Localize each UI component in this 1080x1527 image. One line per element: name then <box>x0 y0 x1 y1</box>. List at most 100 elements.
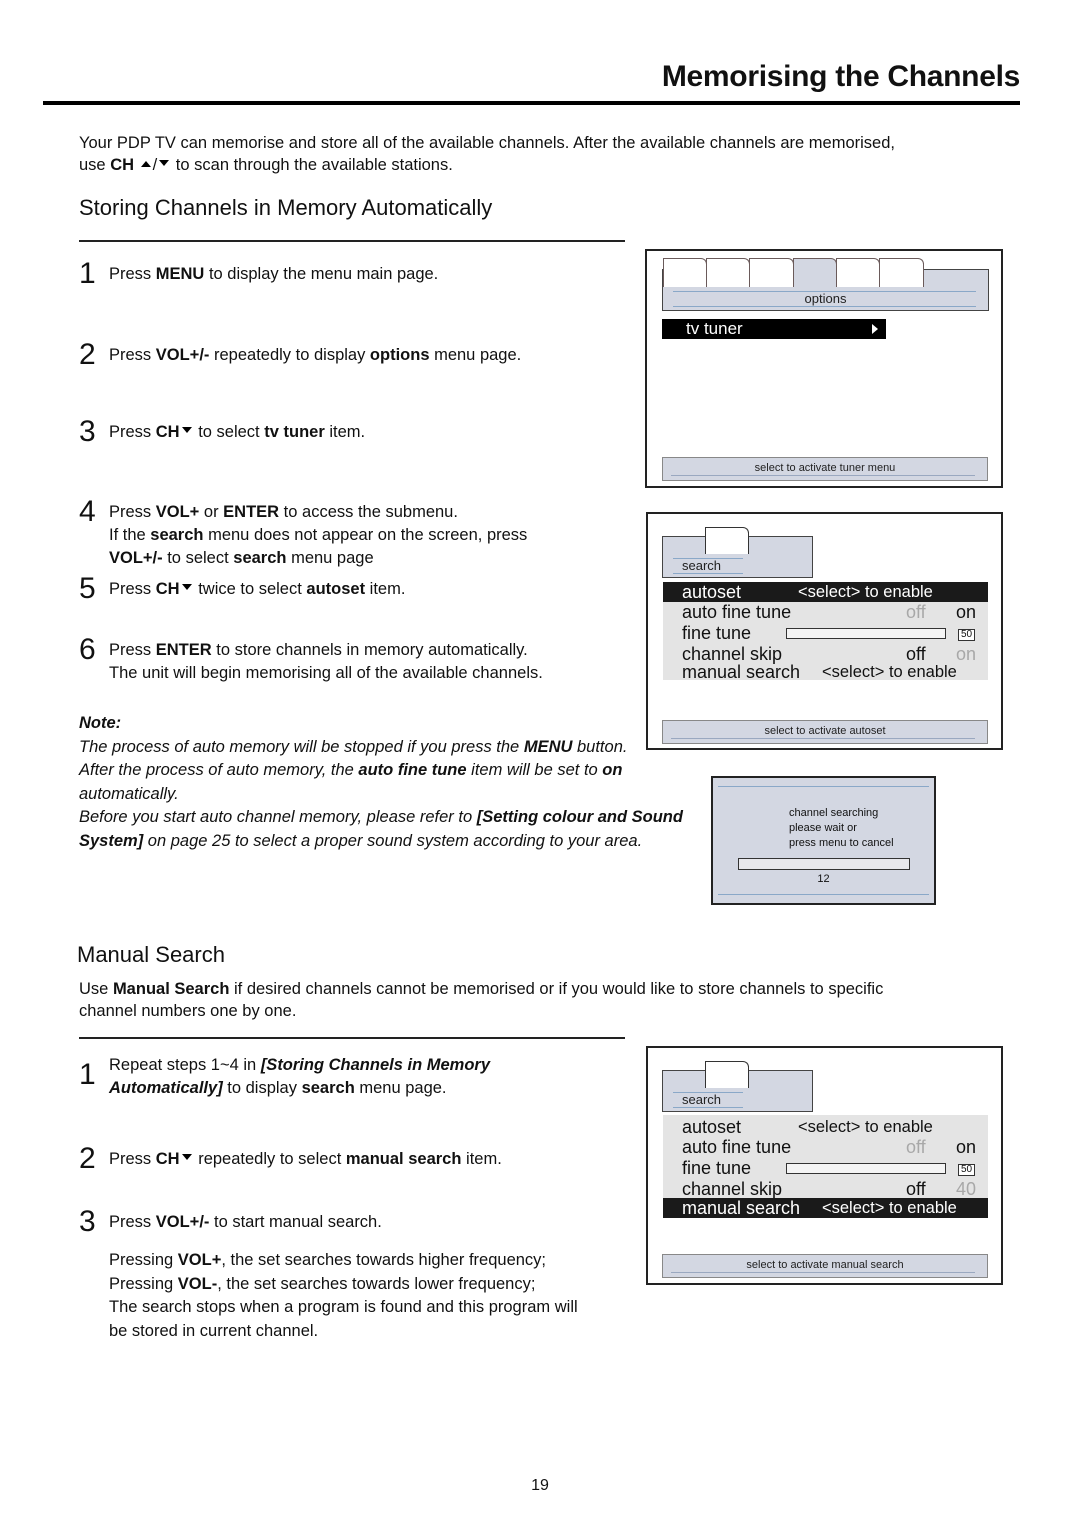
step-number: 2 <box>79 338 96 371</box>
note-paragraph-2: Before you start auto channel memory, pl… <box>79 806 699 853</box>
text: to start manual search. <box>209 1213 382 1231</box>
text: [Storing Channels in Memory <box>260 1056 490 1074</box>
tv-menu-search-autoset-screen: search autoset <select> to enable auto f… <box>646 512 1003 750</box>
step-text: Repeat steps 1~4 in [Storing Channels in… <box>109 1054 649 1100</box>
text: tv tuner <box>264 423 325 441</box>
text: item. <box>324 423 366 441</box>
text: Press <box>109 641 156 659</box>
step-text: Press VOL+/- to start manual search. <box>109 1211 649 1234</box>
text: options <box>369 346 430 364</box>
text: twice to select <box>193 580 307 598</box>
text: CH <box>155 580 180 598</box>
text: CH <box>155 1150 180 1168</box>
step-number: 2 <box>79 1142 96 1175</box>
menu-tab[interactable] <box>749 258 794 287</box>
tv-menu-search-manual-screen: search autoset <select> to enable auto f… <box>646 1046 1003 1285</box>
status-text: select to activate tuner menu <box>754 462 896 474</box>
message-line: press menu to cancel <box>789 837 894 849</box>
text: autoset <box>306 580 366 598</box>
divider <box>673 573 743 574</box>
menu-tab[interactable] <box>705 527 749 554</box>
menu-item-label: fine tune <box>682 1158 752 1178</box>
text: to display <box>222 1079 302 1097</box>
menu-item-label: manual search <box>682 1198 801 1218</box>
menu-tab[interactable] <box>663 258 707 287</box>
option-off[interactable]: off <box>906 644 926 664</box>
option-off[interactable]: off <box>906 602 926 622</box>
text: search <box>150 526 204 544</box>
fine-tune-slider[interactable] <box>786 1163 946 1174</box>
manual-intro: Use Manual Search if desired channels ca… <box>79 978 1009 1022</box>
search-menu-list: autoset <select> to enable auto fine tun… <box>663 582 988 682</box>
fine-tune-value: 50 <box>958 1164 976 1176</box>
text: The process of auto memory will be stopp… <box>79 737 524 756</box>
text: to scan through the available stations. <box>171 156 453 174</box>
menu-item-fine-tune[interactable]: fine tune 50 <box>663 1158 988 1178</box>
text: VOL+ <box>155 503 200 521</box>
fine-tune-slider[interactable] <box>786 628 946 639</box>
menu-tab-options[interactable] <box>793 258 837 287</box>
option-on[interactable]: on <box>956 644 976 664</box>
step-number: 4 <box>79 495 96 528</box>
menu-tab[interactable] <box>836 258 880 287</box>
text: VOL+/- <box>109 549 163 567</box>
menu-item-auto-fine-tune[interactable]: auto fine tune off on <box>663 1137 988 1157</box>
text: Pressing <box>109 1251 178 1269</box>
step-number: 1 <box>79 1058 96 1091</box>
menu-item-value: <select> to enable <box>798 583 933 601</box>
text: Press <box>109 503 156 521</box>
menu-item-channel-skip[interactable]: channel skip off on <box>663 644 988 664</box>
menu-item-label: channel skip <box>682 644 783 664</box>
status-bar: select to activate tuner menu <box>662 457 988 481</box>
menu-item-fine-tune[interactable]: fine tune 50 <box>663 623 988 643</box>
page-title: Memorising the Channels <box>661 60 1020 93</box>
text: or <box>199 503 224 521</box>
channel-number: 12 <box>817 873 830 885</box>
text: The unit will begin memorising all of th… <box>109 664 543 682</box>
text-line: Use Manual Search if desired channels ca… <box>79 978 1009 1000</box>
menu-item-autoset[interactable]: autoset <select> to enable <box>663 1117 988 1137</box>
text: on page 25 to select a proper sound syst… <box>143 831 643 850</box>
text: menu page. <box>429 346 522 364</box>
menu-item-label: fine tune <box>682 623 752 643</box>
menu-item-manual-search[interactable]: manual search <select> to enable <box>663 1198 988 1218</box>
menu-item-autoset[interactable]: autoset <select> to enable <box>663 582 988 602</box>
menu-item-label: auto fine tune <box>682 1137 792 1157</box>
triangle-up-icon <box>140 160 151 167</box>
text: Press <box>109 1213 156 1231</box>
option-off[interactable]: off <box>906 1137 926 1157</box>
text: manual search <box>345 1150 462 1168</box>
channel-search-progress-dialog: channel searching please wait or press m… <box>711 776 936 905</box>
message-line: please wait or <box>789 822 857 834</box>
menu-tab[interactable] <box>879 258 924 287</box>
menu-item-value: <select> to enable <box>798 1118 933 1136</box>
step-text: Press CH twice to select autoset item. <box>109 578 649 601</box>
menu-item-tv-tuner[interactable]: tv tuner <box>662 319 886 339</box>
option-on[interactable]: on <box>956 602 976 622</box>
menu-tab-bar: options <box>662 258 989 311</box>
option-on[interactable]: on <box>956 1137 976 1157</box>
menu-tab-bar: search <box>662 527 813 578</box>
step-text: Press VOL+ or ENTER to access the submen… <box>109 501 649 570</box>
text: Repeat steps 1~4 in <box>109 1056 261 1074</box>
menu-tab[interactable] <box>705 1061 749 1088</box>
text: to display the menu main page. <box>204 265 439 283</box>
option-on[interactable]: 40 <box>956 1179 976 1199</box>
step-number: 1 <box>79 257 96 290</box>
text: repeatedly to select <box>193 1150 346 1168</box>
text: , the set searches towards higher freque… <box>221 1251 547 1269</box>
menu-item-auto-fine-tune[interactable]: auto fine tune off on <box>663 602 988 622</box>
divider <box>673 306 976 307</box>
text: MENU <box>523 737 573 756</box>
menu-item-label: manual search <box>682 662 801 682</box>
section-heading-manual: Manual Search <box>77 942 225 967</box>
menu-item-channel-skip[interactable]: channel skip off 40 <box>663 1179 988 1199</box>
menu-tab[interactable] <box>706 258 750 287</box>
menu-item-manual-search[interactable]: manual search <select> to enable <box>663 662 988 682</box>
text: Press <box>109 346 156 364</box>
menu-item-value: <select> to enable <box>822 1199 957 1217</box>
option-off[interactable]: off <box>906 1179 926 1199</box>
text: auto fine tune <box>358 761 467 779</box>
ch-key: CH <box>110 156 135 174</box>
text: if desired channels cannot be memorised … <box>229 980 884 998</box>
